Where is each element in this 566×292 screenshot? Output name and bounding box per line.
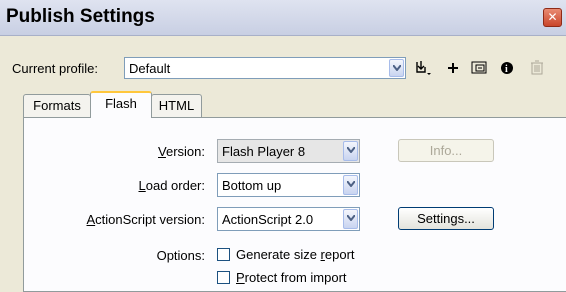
profile-info-icon[interactable]: i	[496, 57, 518, 79]
duplicate-profile-icon[interactable]	[468, 57, 490, 79]
tab-html[interactable]: HTML	[151, 94, 202, 117]
load-order-select[interactable]: Bottom up	[217, 173, 360, 197]
version-label: Version:	[158, 144, 205, 159]
window-title: Publish Settings	[6, 6, 155, 27]
svg-text:i: i	[505, 64, 508, 75]
tab-formats[interactable]: Formats	[23, 94, 91, 117]
current-profile-select[interactable]: Default	[124, 57, 406, 79]
load-order-value: Bottom up	[222, 178, 282, 193]
version-value: Flash Player 8	[222, 144, 306, 159]
actionscript-version-value: ActionScript 2.0	[222, 212, 314, 227]
delete-profile-icon[interactable]	[526, 57, 548, 79]
version-select[interactable]: Flash Player 8	[217, 139, 360, 163]
generate-size-report-checkbox[interactable]	[217, 248, 230, 261]
actionscript-version-select[interactable]: ActionScript 2.0	[217, 207, 360, 231]
publish-settings-dialog: Publish Settings ✕ Current profile: Defa…	[0, 0, 566, 292]
protect-from-import-checkbox[interactable]	[217, 271, 230, 284]
close-button[interactable]: ✕	[543, 8, 562, 27]
add-profile-icon[interactable]	[442, 57, 464, 79]
settings-button[interactable]: Settings...	[398, 207, 494, 230]
current-profile-label: Current profile:	[12, 61, 98, 76]
tab-flash[interactable]: Flash	[90, 91, 152, 118]
info-button[interactable]: Info...	[398, 139, 494, 162]
chevron-down-icon[interactable]	[343, 141, 358, 161]
current-profile-value: Default	[129, 61, 171, 76]
import-export-icon[interactable]	[411, 57, 433, 79]
title-bar: Publish Settings ✕	[0, 0, 566, 36]
chevron-down-icon[interactable]	[343, 209, 358, 229]
chevron-down-icon[interactable]	[343, 175, 358, 195]
protect-from-import-label[interactable]: Protect from import	[236, 270, 347, 285]
actionscript-version-label: ActionScript version:	[86, 212, 206, 227]
load-order-label: Load order:	[138, 178, 206, 193]
generate-size-report-label[interactable]: Generate size report	[236, 247, 355, 262]
options-label: Options:	[156, 248, 205, 263]
chevron-down-icon[interactable]	[389, 59, 404, 77]
